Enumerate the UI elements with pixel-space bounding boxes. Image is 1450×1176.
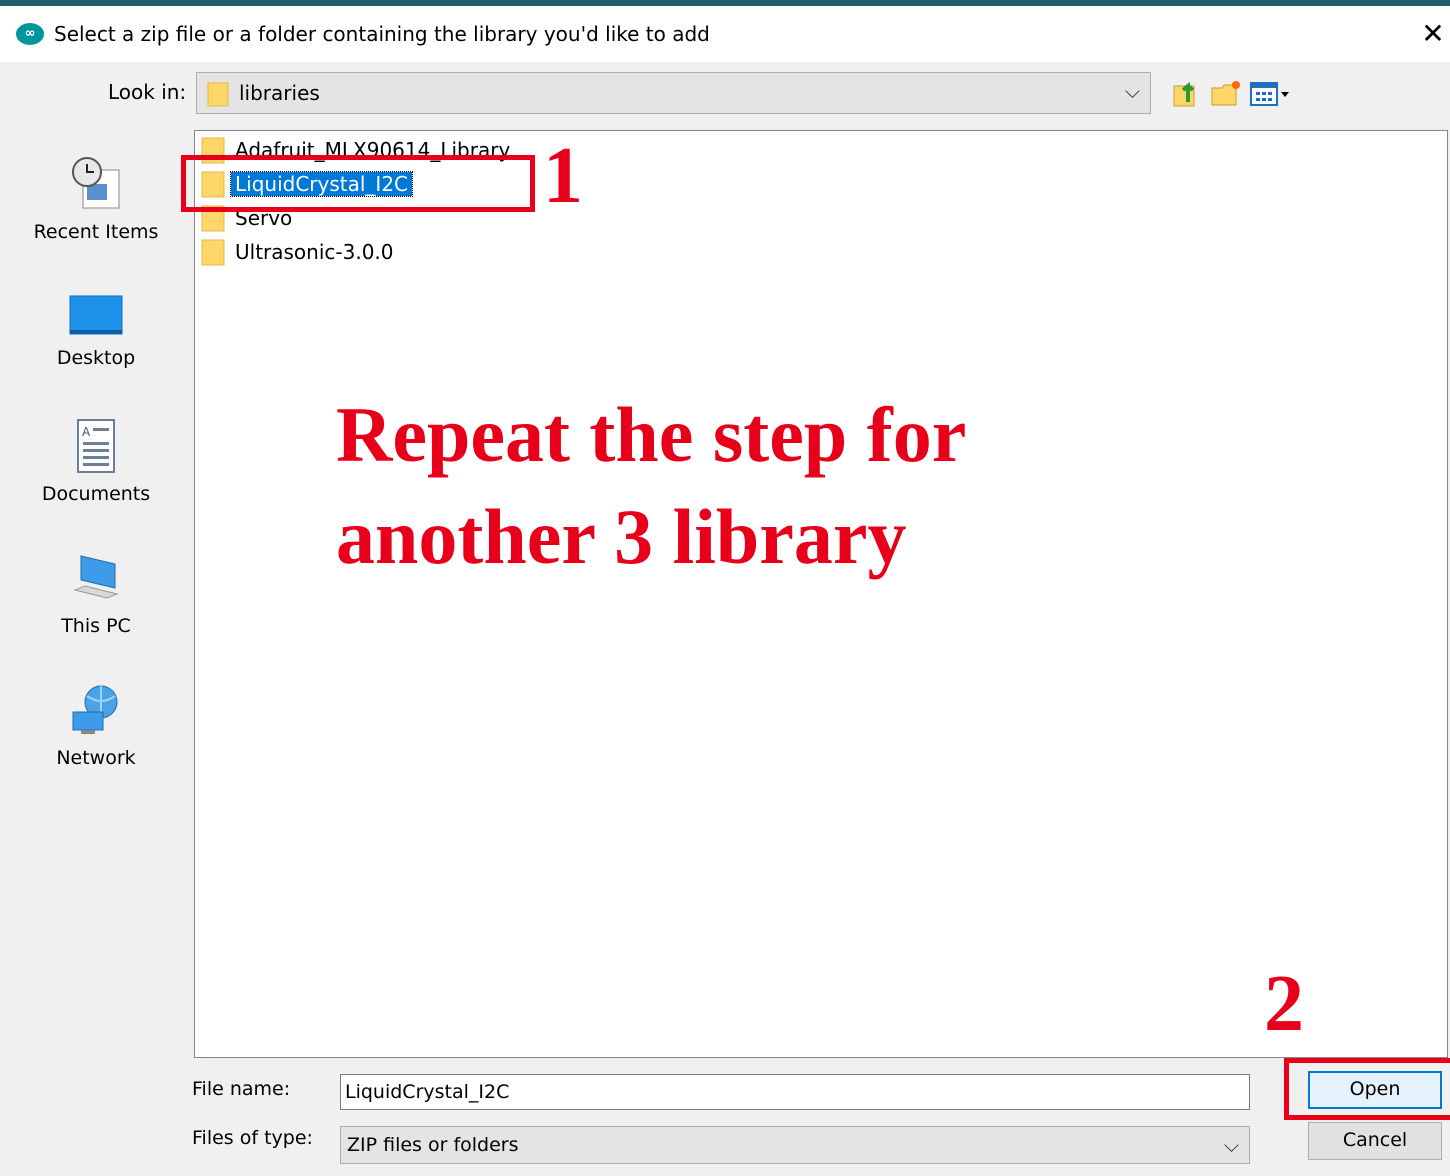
recent-items-icon <box>72 157 120 209</box>
desktop-icon <box>69 295 123 335</box>
place-label: Network <box>56 747 136 769</box>
this-pc-icon <box>73 555 119 599</box>
new-folder-icon[interactable] <box>1210 78 1242 108</box>
network-icon <box>72 685 118 734</box>
annotation-step-2: 2 <box>1264 960 1304 1048</box>
file-type-value: ZIP files or folders <box>347 1134 519 1156</box>
title-bar: ∞ Select a zip file or a folder containi… <box>0 6 1450 62</box>
annotation-line-1: Repeat the step for <box>336 391 967 478</box>
file-type-dropdown[interactable]: ZIP files or folders ⌵ <box>340 1126 1250 1164</box>
annotation-line-2: another 3 library <box>336 493 907 580</box>
list-item[interactable]: Ultrasonic-3.0.0 <box>201 237 394 267</box>
annotation-step-1: 1 <box>543 132 583 220</box>
close-button[interactable]: ✕ <box>1416 14 1450 54</box>
places-bar: Recent Items Desktop A Documents This PC <box>18 130 178 1170</box>
look-in-value: libraries <box>239 81 320 105</box>
up-one-level-icon[interactable] <box>1172 76 1202 108</box>
folder-icon <box>201 239 225 266</box>
file-name-input[interactable]: LiquidCrystal_I2C <box>340 1074 1250 1110</box>
place-label: Documents <box>41 483 151 505</box>
dialog-title: Select a zip file or a folder containing… <box>54 22 710 46</box>
file-list[interactable]: Adafruit_MLX90614_Library LiquidCrystal_… <box>194 130 1448 1058</box>
svg-text:A: A <box>82 425 91 439</box>
place-desktop[interactable]: Desktop <box>18 290 174 369</box>
arduino-app-icon: ∞ <box>16 23 44 45</box>
place-label: Recent Items <box>33 221 159 243</box>
chevron-down-icon: ⌵ <box>1223 1133 1239 1157</box>
place-recent-items[interactable]: Recent Items <box>18 154 174 243</box>
place-documents[interactable]: A Documents <box>18 418 174 505</box>
look-in-label: Look in: <box>108 80 187 104</box>
look-in-dropdown[interactable]: libraries ⌵ <box>196 72 1151 114</box>
place-label: Desktop <box>56 347 136 369</box>
folder-icon <box>207 82 229 107</box>
cancel-button[interactable]: Cancel <box>1308 1122 1442 1160</box>
chevron-down-icon: ⌵ <box>1124 79 1140 103</box>
file-name: Ultrasonic-3.0.0 <box>235 240 394 264</box>
place-label: This PC <box>61 615 131 637</box>
annotation-instruction: Repeat the step for another 3 library <box>336 384 1096 588</box>
open-button[interactable]: Open <box>1308 1071 1442 1109</box>
file-name-label: File name: <box>192 1078 291 1100</box>
file-type-label: Files of type: <box>192 1127 313 1149</box>
place-network[interactable]: Network <box>18 682 174 769</box>
annotation-highlight-box-1 <box>181 155 535 212</box>
place-this-pc[interactable]: This PC <box>18 550 174 637</box>
view-menu-icon[interactable] <box>1250 80 1292 108</box>
documents-icon: A <box>77 419 115 473</box>
